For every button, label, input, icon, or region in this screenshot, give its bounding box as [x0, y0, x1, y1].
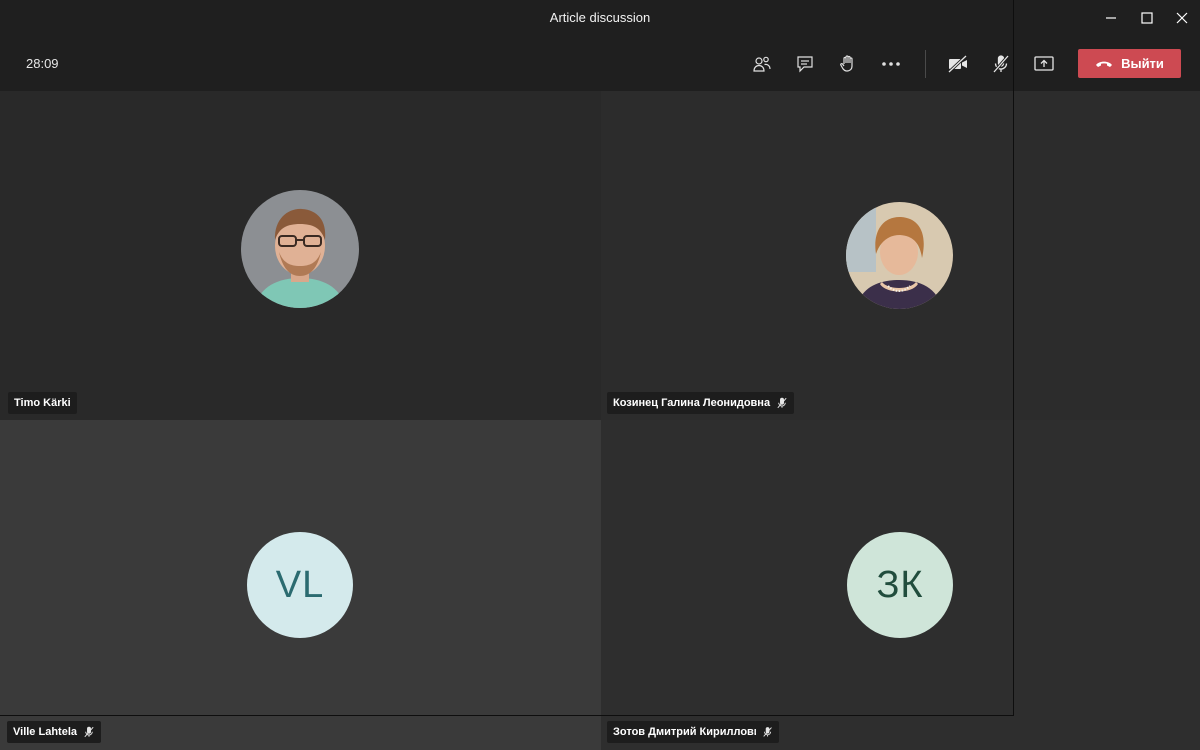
- close-icon[interactable]: [1164, 0, 1200, 36]
- leave-button[interactable]: Выйти: [1078, 49, 1181, 78]
- participant-name-tag: Козинец Галина Леонидовна: [607, 392, 795, 414]
- camera-off-icon[interactable]: [941, 47, 975, 81]
- participant-name-tag: Timo Kärki: [8, 392, 77, 414]
- meeting-toolbar: 28:09 Выйти: [0, 36, 1200, 91]
- call-timer: 28:09: [26, 56, 59, 71]
- mic-muted-icon: [777, 397, 787, 409]
- participant-name-tag: Ville Lahtela: [7, 721, 101, 743]
- participant-tile[interactable]: Timo Kärki: [0, 91, 601, 420]
- window-frame-edge: [1013, 0, 1014, 716]
- raise-hand-icon[interactable]: [831, 47, 865, 81]
- avatar-initials: VL: [247, 532, 353, 638]
- participant-name: Козинец Галина Леонидовна: [613, 397, 771, 409]
- participant-name: Timo Kärki: [14, 397, 71, 409]
- avatar-initials: ЗК: [847, 532, 953, 638]
- window-title: Article discussion: [549, 10, 651, 25]
- avatar-photo: [241, 190, 359, 308]
- mic-muted-icon: [84, 726, 94, 738]
- minimize-icon[interactable]: [1093, 0, 1129, 36]
- title-bar: Article discussion: [0, 0, 1200, 36]
- toolbar-divider: [925, 50, 926, 78]
- share-screen-icon[interactable]: [1027, 47, 1061, 81]
- chat-icon[interactable]: [788, 47, 822, 81]
- participant-name: Ville Lahtela: [13, 726, 77, 738]
- participant-tile[interactable]: VL Ville Lahtela: [0, 420, 601, 750]
- leave-button-label: Выйти: [1121, 56, 1164, 71]
- participants-icon[interactable]: [745, 47, 779, 81]
- participant-name: Зотов Дмитрий Кириллович: [613, 726, 756, 738]
- participant-tile[interactable]: Козинец Галина Леонидовна: [601, 91, 1200, 420]
- avatar-photo: [846, 202, 953, 309]
- hang-up-icon: [1096, 61, 1113, 67]
- mic-muted-icon: [763, 727, 772, 737]
- maximize-icon[interactable]: [1129, 0, 1165, 36]
- participant-tile[interactable]: ЗК Зотов Дмитрий Кириллович: [601, 420, 1200, 750]
- participant-name-tag: Зотов Дмитрий Кириллович: [607, 721, 779, 743]
- more-options-icon[interactable]: [874, 47, 908, 81]
- window-frame-edge: [0, 715, 1014, 716]
